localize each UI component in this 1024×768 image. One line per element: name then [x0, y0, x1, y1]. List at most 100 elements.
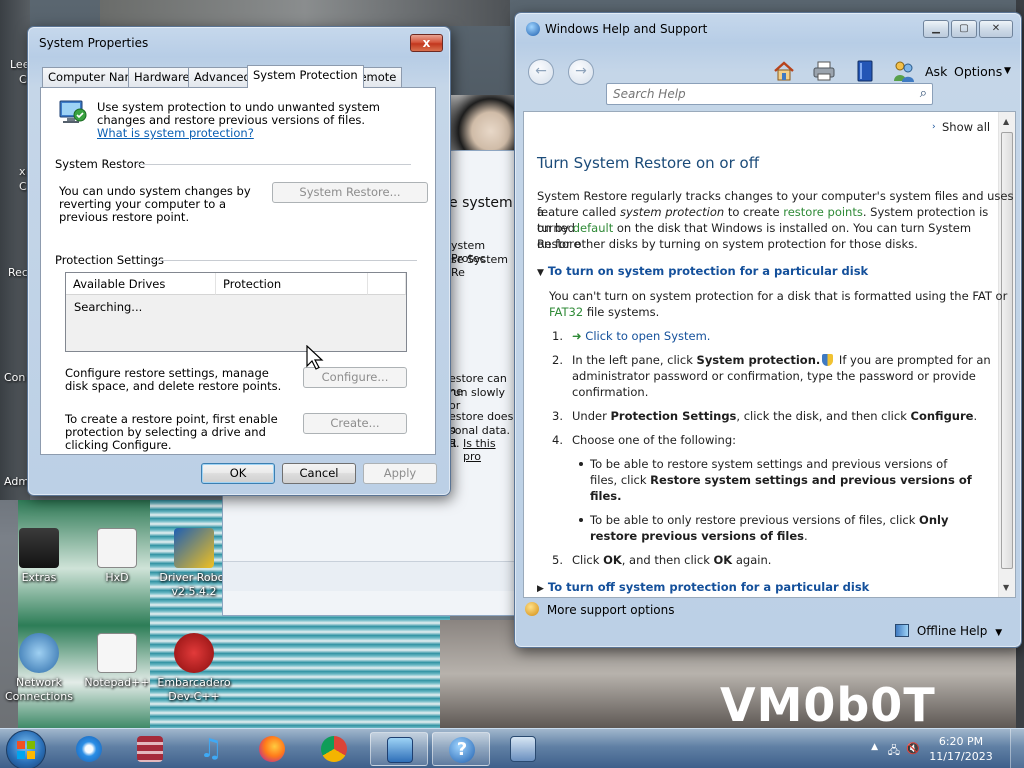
- search-help-field[interactable]: ⌕: [606, 83, 933, 105]
- help-question-icon: ?: [449, 737, 475, 763]
- column-protection[interactable]: Protection: [216, 273, 368, 295]
- system-clock[interactable]: 6:20 PM 11/17/2023: [926, 734, 996, 764]
- scroll-up-icon[interactable]: ▲: [1003, 117, 1009, 126]
- search-icon[interactable]: ⌕: [920, 86, 927, 101]
- volume-muted-icon[interactable]: 🔇: [906, 742, 920, 755]
- offline-help-menu[interactable]: Offline Help ▼: [895, 624, 1002, 642]
- apply-button[interactable]: Apply: [363, 463, 437, 484]
- option-2-line-1: To be able to only restore previous vers…: [590, 512, 948, 528]
- show-all-link[interactable]: Show all: [942, 119, 990, 135]
- forward-arrow-icon: →: [575, 63, 587, 79]
- text: Click: [572, 553, 604, 567]
- minimize-icon: ▁: [932, 23, 940, 34]
- column-available-drives[interactable]: Available Drives: [66, 273, 216, 295]
- start-button[interactable]: [6, 730, 46, 768]
- maximize-button[interactable]: ▢: [951, 20, 977, 38]
- edge-label-2: C: [19, 73, 27, 86]
- term-system-protection: system protection: [619, 205, 725, 219]
- notepad-icon: [97, 633, 137, 673]
- more-support-options[interactable]: More support options: [525, 602, 674, 620]
- desktop-icon-dev-cpp[interactable]: Embarcadero Dev-C++: [156, 633, 232, 704]
- ok-button[interactable]: OK: [201, 463, 275, 484]
- show-desktop-button[interactable]: [1010, 729, 1024, 768]
- window-title: System Properties: [39, 36, 149, 50]
- maximize-icon: ▢: [959, 23, 969, 34]
- section-turn-on[interactable]: ▼ To turn on system protection for a part…: [537, 264, 868, 278]
- desktop-watermark: VM0b0T: [720, 678, 936, 732]
- section-turn-on-label: To turn on system protection for a parti…: [547, 264, 869, 278]
- article-title: Turn System Restore on or off: [537, 154, 760, 172]
- arrow-right-icon: ➜: [572, 329, 586, 343]
- help-article: ▲ ▼ › Show all Turn System Restore on or…: [523, 111, 1016, 598]
- taskbar-internet-explorer[interactable]: [60, 732, 118, 766]
- desktop-icon-extras[interactable]: Extras: [1, 528, 77, 585]
- taskbar-chrome[interactable]: [305, 732, 363, 766]
- options-menu[interactable]: Options: [954, 64, 1002, 79]
- what-is-system-protection-link[interactable]: What is system protection?: [97, 126, 254, 140]
- text: Protection Settings: [610, 409, 737, 423]
- bg-window-link[interactable]: Is this pro: [463, 437, 517, 463]
- divider: [137, 164, 411, 165]
- step-2-line-3: confirmation.: [572, 385, 649, 399]
- close-button[interactable]: ✕: [979, 20, 1013, 38]
- cancel-button[interactable]: Cancel: [282, 463, 356, 484]
- browse-help-icon[interactable]: [853, 59, 877, 83]
- network-status-icon[interactable]: 🖧: [888, 742, 900, 761]
- help-home-icon[interactable]: [772, 59, 796, 83]
- computer-monitor-icon: [387, 737, 413, 763]
- forward-button[interactable]: →: [568, 59, 594, 85]
- text: files, click: [590, 473, 651, 487]
- tab-system-protection[interactable]: System Protection: [247, 65, 364, 88]
- taskbar-system-properties[interactable]: [370, 732, 428, 766]
- collapsed-triangle-icon: ▶: [537, 584, 544, 594]
- text: Restore system settings and previous ver…: [650, 473, 972, 487]
- edge-label-7: Adm: [4, 475, 30, 488]
- taskbar-music-player[interactable]: ♫: [182, 732, 240, 766]
- section-turn-off[interactable]: ▶ To turn off system protection for a par…: [537, 580, 869, 594]
- firefox-icon: [259, 736, 285, 762]
- title-bar[interactable]: Windows Help and Support ▁ ▢ ✕: [515, 13, 1021, 43]
- taskbar-archive-manager[interactable]: [121, 732, 179, 766]
- available-drives-list[interactable]: Available Drives Protection Searching...: [65, 272, 407, 352]
- tab-hardware[interactable]: Hardware: [128, 67, 196, 87]
- taskbar-remote-desktop[interactable]: [494, 732, 552, 766]
- system-properties-window: System Properties x Computer Name Hardwa…: [27, 26, 451, 496]
- close-button[interactable]: x: [410, 34, 443, 52]
- open-system-link[interactable]: Click to open System.: [585, 329, 710, 343]
- clock-date: 11/17/2023: [929, 750, 993, 763]
- glossary-default[interactable]: default: [573, 221, 613, 235]
- text: again.: [732, 553, 772, 567]
- taskbar-help-support[interactable]: ?: [432, 732, 490, 766]
- column-filler: [368, 273, 406, 295]
- back-button[interactable]: ←: [528, 59, 554, 85]
- system-protection-panel: Use system protection to undo unwanted s…: [40, 87, 436, 455]
- desktop-icon-driver-robot[interactable]: Driver Robot v2.5.4.2: [156, 528, 232, 599]
- edge-label-4: C: [19, 180, 27, 193]
- offline-help-icon: [895, 624, 909, 637]
- desktop-icon-label: Network Connections: [5, 676, 73, 703]
- create-button[interactable]: Create...: [303, 413, 407, 434]
- minimize-button[interactable]: ▁: [923, 20, 949, 38]
- desktop-icon-notepad-plus-plus[interactable]: Notepad++: [79, 633, 155, 690]
- bg-photo-top: [100, 0, 510, 26]
- scroll-down-icon[interactable]: ▼: [1003, 583, 1009, 592]
- title-bar[interactable]: System Properties x: [28, 27, 450, 57]
- ask-label[interactable]: Ask: [925, 64, 947, 79]
- show-hidden-icons-button[interactable]: ▲: [871, 742, 878, 752]
- music-note-icon: ♫: [199, 734, 223, 764]
- print-icon[interactable]: [812, 59, 836, 83]
- glossary-restore-points[interactable]: restore points: [783, 205, 863, 219]
- desktop-icon-hxd[interactable]: HxD: [79, 528, 155, 585]
- remote-desktop-icon: [510, 736, 536, 762]
- ask-icon[interactable]: [892, 59, 916, 83]
- vertical-scrollbar[interactable]: ▲ ▼: [998, 112, 1015, 597]
- step-2-line-1: In the left pane, click System protectio…: [572, 352, 991, 368]
- taskbar-firefox[interactable]: [243, 732, 301, 766]
- taskbar: ♫ ? ▲ 🖧 🔇 6:20 PM 11/17/2023: [0, 728, 1024, 768]
- desktop-icon-network-connections[interactable]: Network Connections: [1, 633, 77, 704]
- system-restore-text: You can undo system changes by reverting…: [59, 184, 251, 224]
- glossary-fat32[interactable]: FAT32: [549, 305, 583, 319]
- text: , and then click: [621, 553, 714, 567]
- search-help-input[interactable]: [607, 84, 897, 104]
- system-restore-button[interactable]: System Restore...: [272, 182, 428, 203]
